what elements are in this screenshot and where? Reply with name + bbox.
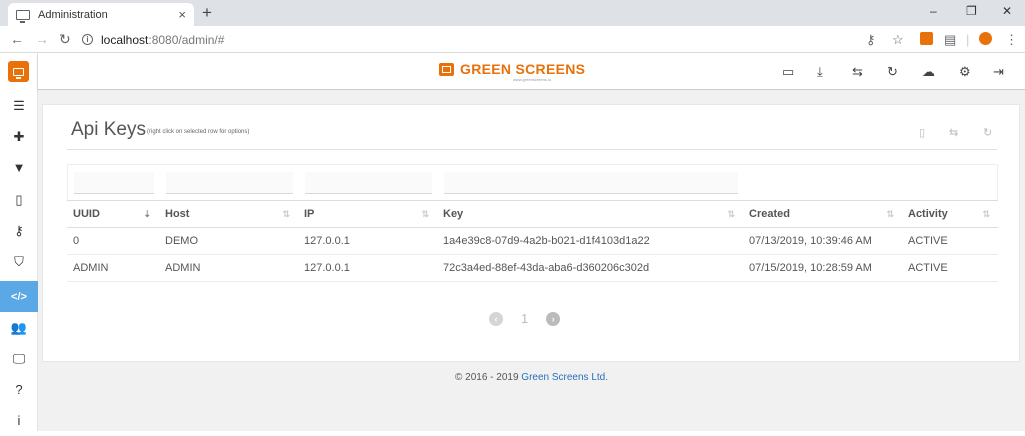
back-icon[interactable]: ← [10, 31, 24, 47]
extension-icon[interactable] [920, 32, 933, 45]
app-logo-button[interactable] [8, 61, 29, 82]
retweet-icon[interactable]: ⇆ [852, 64, 863, 80]
url-field[interactable]: i localhost :8080/admin/# [82, 30, 882, 49]
puzzle-icon[interactable]: ✚ [0, 121, 38, 152]
api-keys-panel: Api Keys (right click on selected row fo… [42, 104, 1020, 362]
list-icon[interactable]: ☰ [0, 90, 38, 121]
key-icon[interactable]: ⚷ [0, 215, 38, 246]
monitor-icon [13, 67, 24, 79]
footer-company-link[interactable]: Green Screens Ltd. [521, 372, 608, 383]
new-tab-button[interactable]: + [202, 3, 212, 23]
profile-icon[interactable] [979, 32, 992, 45]
column-header-host[interactable]: Host ⇅ [159, 200, 298, 228]
site-info-icon[interactable]: i [82, 34, 93, 45]
filter-key-input[interactable] [444, 172, 738, 194]
brand-icon [439, 62, 454, 76]
menu-icon[interactable]: ⋮ [1005, 32, 1018, 48]
close-window-button[interactable]: ✕ [1002, 4, 1012, 18]
minimize-button[interactable]: – [930, 4, 937, 18]
download-icon[interactable]: ⤓ [817, 64, 823, 80]
column-header-activity[interactable]: Activity ⇅ [902, 200, 998, 228]
monitor-favicon-icon [16, 9, 30, 23]
url-host: localhost [101, 32, 149, 47]
new-file-icon[interactable]: ▯ [919, 126, 925, 139]
cell-uuid: ADMIN [67, 254, 159, 282]
page-number[interactable]: 1 [521, 311, 528, 326]
mobile-icon[interactable]: ▯ [0, 184, 38, 215]
prev-page-icon[interactable]: ‹ [489, 311, 503, 326]
footer-copyright: © 2016 - 2019 [454, 372, 522, 383]
api-keys-grid: UUID ⇣ Host ⇅ IP ⇅ Key ⇅ Created ⇅ Activity ⇅ … [67, 164, 998, 282]
next-page-icon[interactable]: › [546, 311, 561, 326]
restore-button[interactable]: ❐ [966, 4, 977, 18]
users-icon[interactable]: 👥 [0, 312, 38, 343]
pagination: ‹ 1 › [489, 311, 561, 326]
cell-activity: ACTIVE [902, 227, 998, 255]
sort-icon: ⇅ [421, 209, 429, 219]
address-bar: ← → ↻ i localhost :8080/admin/# ⚷ ☆ ▤ | … [0, 26, 1025, 53]
forward-icon[interactable]: → [35, 31, 49, 47]
filter-icon[interactable]: ▼ [0, 152, 38, 183]
table-row[interactable]: ADMIN ADMIN 127.0.0.1 72c3a4ed-88ef-43da… [67, 254, 998, 282]
filter-ip-input[interactable] [305, 172, 432, 194]
sort-icon: ⇅ [982, 209, 990, 219]
cloud-icon[interactable]: ☁ [922, 64, 935, 80]
table-header-row: UUID ⇣ Host ⇅ IP ⇅ Key ⇅ Created ⇅ Activity ⇅ [67, 200, 998, 228]
refresh-panel-icon[interactable]: ↻ [983, 126, 992, 139]
tab-close-icon[interactable]: × [178, 7, 186, 22]
cell-uuid: 0 [67, 227, 159, 255]
column-header-key[interactable]: Key ⇅ [437, 200, 743, 228]
browser-tabstrip: Administration × + – ❐ ✕ [0, 0, 1025, 26]
page-hint: (right click on selected row for options… [147, 129, 250, 135]
filter-host-input[interactable] [166, 172, 293, 194]
divider: | [966, 32, 970, 47]
code-icon[interactable]: </> [0, 281, 38, 312]
sort-icon: ⇅ [886, 209, 894, 219]
info-icon[interactable]: i [0, 405, 38, 436]
api-keys-table: UUID ⇣ Host ⇅ IP ⇅ Key ⇅ Created ⇅ Activity ⇅ … [67, 200, 998, 282]
app-topbar: GREEN SCREENS www.greenscreens.io ▭ ⤓ ⇆ … [38, 53, 1025, 90]
footer: © 2016 - 2019 Green Screens Ltd. [38, 372, 1025, 383]
brand-subtitle: www.greenscreens.io [513, 77, 552, 82]
extension2-icon[interactable]: ▤ [944, 32, 956, 48]
cell-activity: ACTIVE [902, 254, 998, 282]
page-title: Api Keys [71, 119, 146, 140]
column-header-uuid[interactable]: UUID ⇣ [67, 200, 159, 228]
column-header-created[interactable]: Created ⇅ [743, 200, 902, 228]
cell-created: 07/15/2019, 10:28:59 AM [743, 254, 902, 282]
key-icon[interactable]: ⚷ [866, 32, 876, 48]
column-header-ip[interactable]: IP ⇅ [298, 200, 437, 228]
brand-name-2: SCREENS [515, 61, 586, 77]
cell-key: 1a4e39c8-07d9-4a2b-b021-d1f4103d1a22 [437, 227, 743, 255]
sidebar: ☰ ✚ ▼ ▯ ⚷ ⛉ </> 👥 🖵? i [0, 53, 38, 431]
sort-icon: ⇅ [282, 209, 290, 219]
retweet-panel-icon[interactable]: ⇆ [949, 126, 958, 139]
browser-tab[interactable]: Administration × [8, 3, 194, 26]
star-icon[interactable]: ☆ [892, 32, 904, 48]
sort-icon: ⇅ [727, 209, 735, 219]
shield-icon[interactable]: ⛉ [0, 246, 38, 277]
cell-ip: 127.0.0.1 [298, 254, 437, 282]
window-icon[interactable]: ▭ [782, 64, 794, 80]
cell-ip: 127.0.0.1 [298, 227, 437, 255]
filter-row [67, 164, 998, 200]
title-divider [67, 149, 997, 150]
brand-logo: GREEN SCREENS www.greenscreens.io [439, 61, 586, 82]
cell-host: ADMIN [159, 254, 298, 282]
help-icon[interactable]: ? [0, 374, 38, 405]
cell-host: DEMO [159, 227, 298, 255]
sort-asc-icon: ⇣ [143, 209, 151, 219]
tab-title: Administration [38, 8, 108, 21]
url-path: :8080/admin/# [148, 32, 225, 47]
logout-icon[interactable]: ⇥ [993, 64, 1004, 80]
cell-key: 72c3a4ed-88ef-43da-aba6-d360206c302d [437, 254, 743, 282]
cell-created: 07/13/2019, 10:39:46 AM [743, 227, 902, 255]
brand-name-1: GREEN [460, 61, 512, 77]
refresh-icon[interactable]: ↻ [887, 64, 898, 80]
cogs-icon[interactable]: ⚙ [959, 64, 971, 80]
table-row[interactable]: 0 DEMO 127.0.0.1 1a4e39c8-07d9-4a2b-b021… [67, 227, 998, 255]
reload-icon[interactable]: ↻ [59, 31, 71, 48]
filter-uuid-input[interactable] [74, 172, 154, 194]
desktop-icon[interactable]: 🖵 [0, 343, 38, 374]
